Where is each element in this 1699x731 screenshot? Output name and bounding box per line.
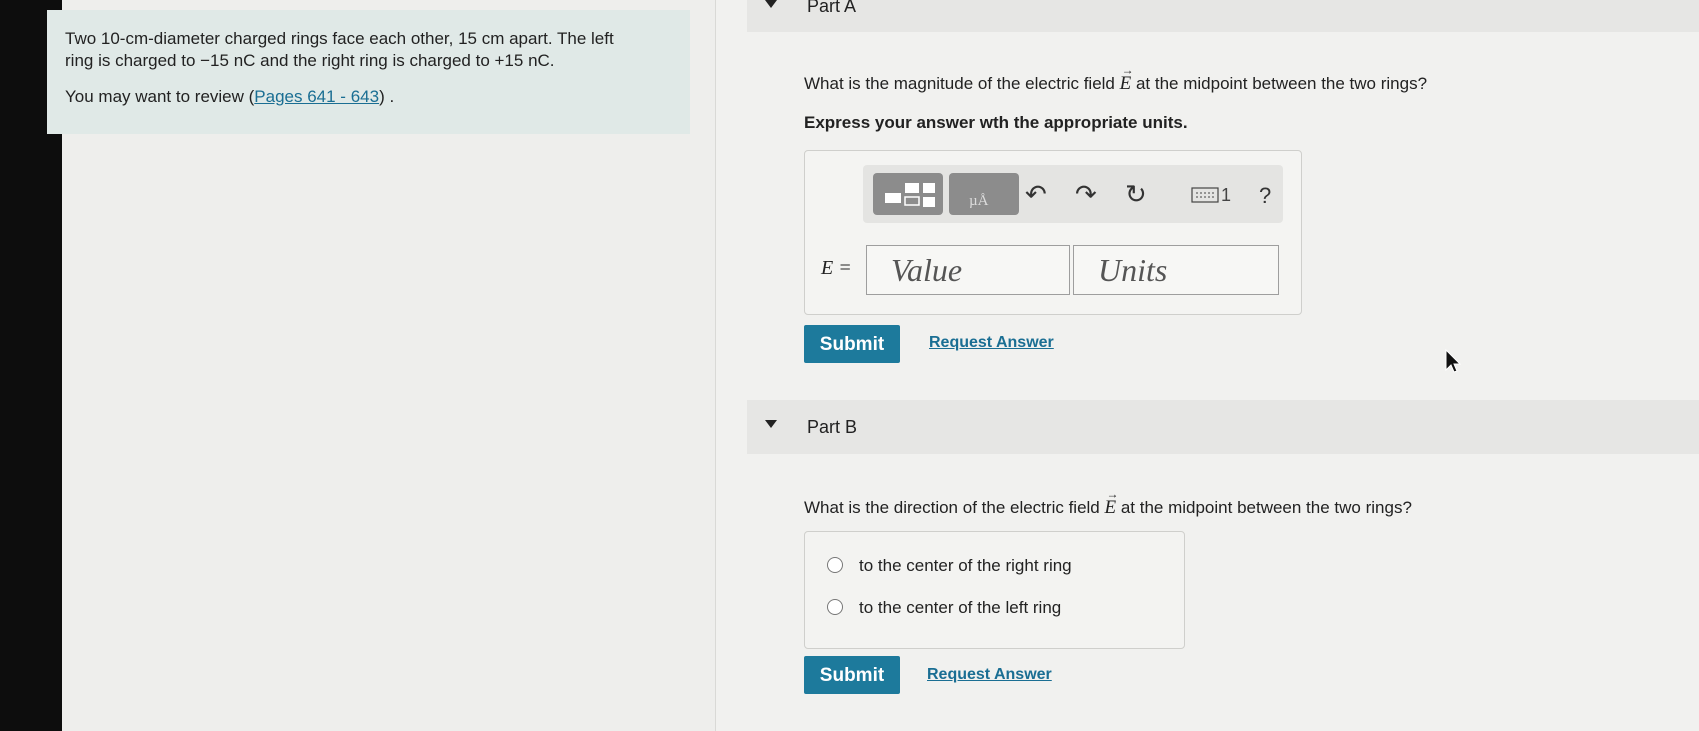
problem-text-line2: ring is charged to −15 nC and the right … [65,51,555,70]
redo-icon[interactable]: ↷ [1075,179,1097,210]
review-pages-link[interactable]: Pages 641 - 643 [254,87,379,106]
value-input[interactable]: Value [866,245,1070,295]
radio-button[interactable] [827,599,843,615]
part-a-header[interactable]: Part A [747,0,1699,32]
collapse-triangle-icon[interactable] [765,0,777,8]
review-prefix: You may want to review ( [65,87,255,106]
radio-button[interactable] [827,557,843,573]
part-a-title: Part A [807,0,857,16]
part-a-instruction: Express your answer wth the appropriate … [804,113,1188,132]
problem-text-line1: Two 10-cm-diameter charged rings face ea… [65,29,614,48]
part-a-submit-button[interactable]: Submit [804,325,900,363]
units-input[interactable]: Units [1073,245,1279,295]
electric-field-vector: → E [1104,487,1118,518]
choice-left-ring[interactable]: to the center of the left ring [827,598,1062,618]
units-icon[interactable]: µÅ [949,173,1019,215]
electric-field-vector: → E [1120,63,1134,94]
part-a-question: What is the magnitude of the electric fi… [804,63,1428,95]
help-icon[interactable]: ? [1259,183,1271,209]
part-b-title: Part B [807,417,858,437]
part-b-question: What is the direction of the electric fi… [804,487,1412,519]
question-text-end: at the midpoint between the two rings? [1135,74,1428,93]
question-text-end: at the midpoint between the two rings? [1120,498,1412,517]
undo-icon[interactable]: ↶ [1025,179,1047,210]
choice-label: to the center of the right ring [859,556,1072,575]
vector-arrow-icon: → [1106,487,1119,501]
review-suffix: ) . [379,87,395,106]
question-text: What is the magnitude of the electric fi… [804,74,1115,93]
templates-icon[interactable] [873,173,943,215]
math-toolbar: µÅ ↶ ↷ ↻ 1 ? [863,165,1283,223]
collapse-triangle-icon[interactable] [765,420,777,428]
keyboard-count: 1 [1221,185,1232,205]
part-b-request-answer-link[interactable]: Request Answer [927,666,1052,684]
part-b-submit-button[interactable]: Submit [804,656,900,694]
part-b-header[interactable]: Part B [747,400,1699,454]
choice-label: to the center of the left ring [859,598,1062,617]
keyboard-icon[interactable] [1191,187,1219,208]
review-note: You may want to review (Pages 641 - 643)… [65,86,672,108]
answer-box: µÅ ↶ ↷ ↻ 1 ? E = Value Units [804,150,1302,315]
vector-arrow-icon: → [1121,63,1134,77]
units-icon-label: µÅ [969,193,989,209]
reset-icon[interactable]: ↻ [1125,179,1147,210]
direction-choices: to the center of the right ring to the c… [804,531,1185,649]
choice-right-ring[interactable]: to the center of the right ring [827,556,1072,576]
problem-statement: Two 10-cm-diameter charged rings face ea… [47,10,690,134]
question-text: What is the direction of the electric fi… [804,498,1100,517]
equation-label: E = [821,257,852,279]
part-a-request-answer-link[interactable]: Request Answer [929,334,1054,352]
mouse-cursor-icon [1445,348,1462,373]
